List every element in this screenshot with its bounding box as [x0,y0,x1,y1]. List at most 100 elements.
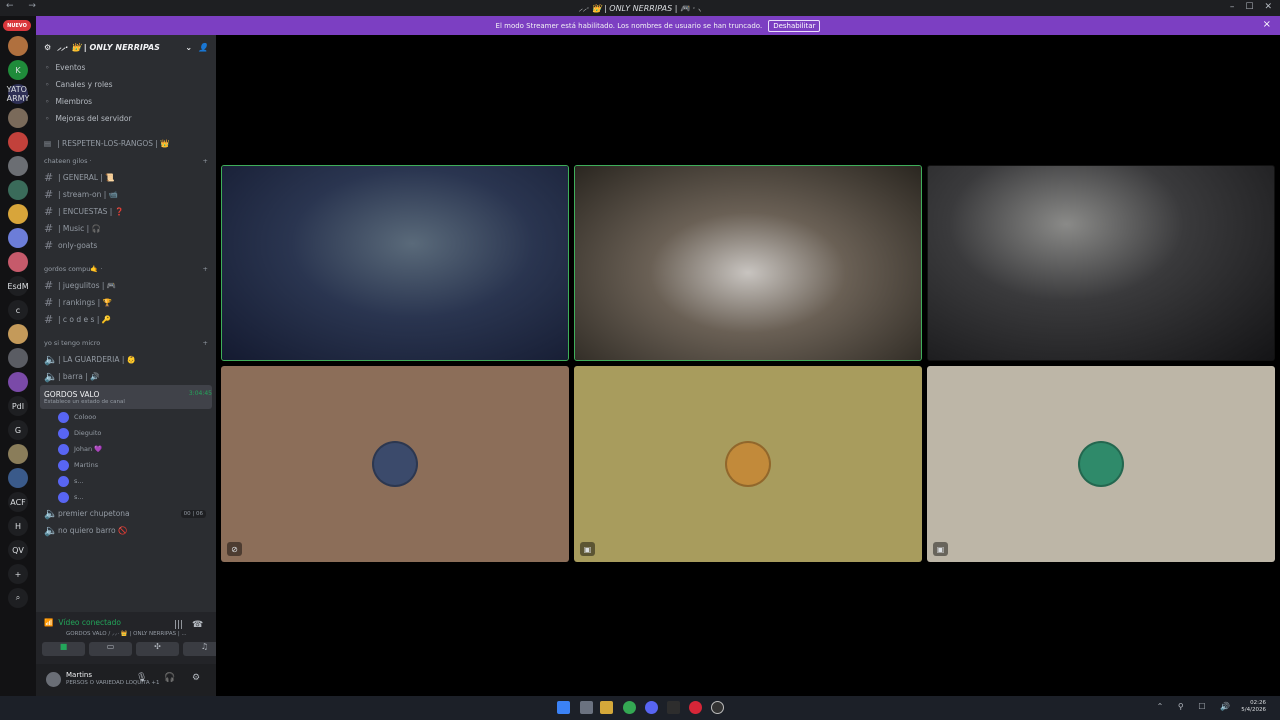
server-icon[interactable] [8,180,28,200]
voice-channel[interactable]: 🔈 premier chupetona 00 | 06 [36,505,216,522]
category-header[interactable]: chateen gilos · + [36,152,216,169]
media-icon[interactable] [689,701,702,714]
server-icon[interactable]: c [8,300,28,320]
voice-user[interactable]: Johan 💜 [36,441,216,457]
server-icon[interactable] [8,468,28,488]
noise-icon[interactable]: ||| [174,620,183,630]
voice-user[interactable]: s... [36,489,216,505]
rules-channel[interactable]: ▤ | RESPETEN-LOS-RANGOS | 👑 [36,135,216,152]
server-icon[interactable]: H [8,516,28,536]
server-icon[interactable] [8,132,28,152]
menu-item[interactable]: ◦ Canales y roles [36,76,216,93]
voice-channel[interactable]: 🔈 no quiero barro 🚫 [36,522,216,539]
video-tile[interactable] [927,165,1275,361]
start-icon[interactable] [557,701,570,714]
server-icon[interactable] [8,156,28,176]
disable-streamer-button[interactable]: Deshabilitar [768,19,821,32]
voice-user[interactable]: s... [36,473,216,489]
server-icon[interactable] [8,324,28,344]
channel-status[interactable]: Establece un estado de canal [44,399,125,405]
video-tile[interactable] [221,165,569,361]
avatar-tile[interactable]: ⊘ [221,366,569,562]
close-icon[interactable]: × [1263,19,1271,30]
activities-button[interactable]: ✣ [136,642,179,656]
chrome-icon[interactable] [623,701,636,714]
server-icon[interactable]: ACF [8,492,28,512]
window-controls[interactable]: – ☐ ✕ [1230,2,1272,12]
text-channel[interactable]: # | GENERAL | 📜 [36,169,216,186]
screen-share-button[interactable]: ▭ [89,642,132,656]
settings-icon[interactable]: ⚙ [192,673,200,683]
avatar [58,459,69,471]
active-voice-channel[interactable]: GORDOS VALO 3:04:45 Establece un estado de… [40,385,212,409]
discord-icon[interactable] [645,701,658,714]
text-channel[interactable]: # | rankings | 🏆 [36,294,216,311]
server-icon[interactable] [8,372,28,392]
category-header[interactable]: yo si tengo micro + [36,334,216,351]
voice-user[interactable]: Martins [36,457,216,473]
menu-item[interactable]: ◦ Eventos [36,59,216,76]
menu-item[interactable]: ◦ Mejoras del servidor [36,110,216,127]
speaker-icon: 🔈 [44,370,58,383]
server-icon[interactable]: + [8,564,28,584]
server-icon[interactable] [8,36,28,56]
system-tray[interactable]: ⌃ ⚲ ☐ 🔊 [1157,702,1236,711]
server-icon[interactable] [8,108,28,128]
menu-item[interactable]: ◦ Miembros [36,93,216,110]
voice-channel[interactable]: 🔈 | LA GUARDERIA | 👶 [36,351,216,368]
avatar [1078,441,1124,487]
minimize-icon[interactable]: – [1230,2,1235,12]
text-channel[interactable]: # | ENCUESTAS | ❓ [36,203,216,220]
signal-icon: 📶 [44,618,54,627]
close-icon[interactable]: ✕ [1264,2,1272,12]
voice-channel[interactable]: 🔈 | barra | 🔊 [36,368,216,385]
text-channel[interactable]: # | juegulitos | 🎮 [36,277,216,294]
obs-icon[interactable] [711,701,724,714]
add-channel-icon[interactable]: + [203,265,208,273]
avatar-tile[interactable]: ▣ [927,366,1275,562]
text-channel[interactable]: # | stream-on | 📹 [36,186,216,203]
members-icon: ◦ [45,97,50,106]
server-header[interactable]: ⚙ ⸝⸝· 👑 | ONLY NERRIPAS ⌄ 👤 [36,35,216,59]
date: 5/4/2026 [1241,707,1266,713]
avatar-tile[interactable]: ▣ [574,366,922,562]
server-icon[interactable]: K [8,60,28,80]
channel-label: | juegulitos | 🎮 [58,281,117,290]
server-icon[interactable] [8,348,28,368]
add-channel-icon[interactable]: + [203,339,208,347]
server-icon[interactable]: QV [8,540,28,560]
avatar[interactable] [46,672,61,687]
text-channel[interactable]: # | Music | 🎧 [36,220,216,237]
voice-user[interactable]: Dieguito [36,425,216,441]
server-icon[interactable]: G [8,420,28,440]
voice-user[interactable]: Colooo [36,409,216,425]
app-icon[interactable] [667,701,680,714]
speaker-icon: 🔈 [44,353,58,366]
text-channel[interactable]: # | c o d e s | 🔑 [36,311,216,328]
channel-label: premier chupetona [58,509,130,518]
banner-text: El modo Streamer está habilitado. Los no… [495,21,763,30]
avatar [58,411,69,423]
maximize-icon[interactable]: ☐ [1245,2,1253,12]
video-tile[interactable] [574,165,922,361]
server-icon[interactable]: PdI [8,396,28,416]
server-icon[interactable]: ⌕ [8,588,28,608]
explorer-icon[interactable] [600,701,613,714]
task-view-icon[interactable] [580,701,593,714]
server-icon[interactable] [8,228,28,248]
server-icon[interactable]: YATO ARMY [7,84,29,104]
camera-button[interactable]: ■ [42,642,85,656]
server-icon[interactable]: EsdM [7,276,29,296]
mic-icon[interactable]: 🎙 [136,673,147,683]
channel-label: | GENERAL | 📜 [58,173,115,182]
channel-label: | barra | 🔊 [58,372,100,381]
add-user-icon[interactable]: 👤 [198,43,208,52]
add-channel-icon[interactable]: + [203,157,208,165]
server-icon[interactable] [8,204,28,224]
disconnect-icon[interactable]: ☎ [192,620,203,630]
server-icon[interactable] [8,444,28,464]
server-icon[interactable] [8,252,28,272]
category-header[interactable]: gordos compu🤙 · + [36,260,216,277]
headset-icon[interactable]: 🎧 [164,673,175,683]
text-channel[interactable]: # only-goats [36,237,216,254]
